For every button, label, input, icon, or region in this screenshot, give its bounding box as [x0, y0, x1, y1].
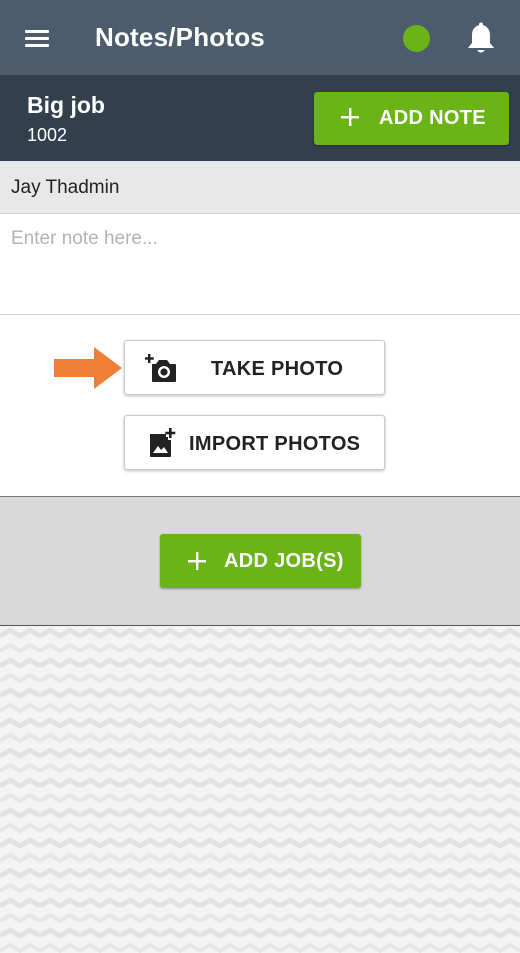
app-header: Notes/Photos — [0, 0, 520, 75]
plus-icon — [341, 108, 359, 126]
jobs-section: ADD JOB(S) — [0, 497, 520, 626]
import-photos-button[interactable]: IMPORT PHOTOS — [124, 415, 385, 470]
add-note-button[interactable]: ADD NOTE — [314, 92, 509, 145]
add-jobs-button[interactable]: ADD JOB(S) — [160, 534, 361, 588]
take-photo-label: TAKE PHOTO — [211, 358, 344, 380]
bell-icon[interactable] — [465, 22, 497, 56]
job-number: 1002 — [27, 125, 68, 145]
note-area — [0, 214, 520, 315]
add-image-icon — [150, 428, 176, 457]
job-header: Big job 1002 ADD NOTE — [0, 75, 520, 161]
job-name: Big job — [27, 92, 105, 118]
note-author: Jay Thadmin — [11, 177, 120, 198]
arrow-right-icon — [54, 347, 122, 389]
import-photos-label: IMPORT PHOTOS — [189, 433, 361, 455]
add-jobs-label: ADD JOB(S) — [224, 550, 344, 572]
photo-actions: TAKE PHOTO IMPORT PHOTOS — [0, 315, 520, 497]
add-camera-icon — [145, 354, 176, 382]
background-pattern — [0, 626, 520, 953]
take-photo-button[interactable]: TAKE PHOTO — [124, 340, 385, 395]
add-note-label: ADD NOTE — [379, 107, 486, 129]
online-status-dot — [403, 25, 430, 52]
note-author-row: Jay Thadmin — [0, 161, 520, 214]
page-title: Notes/Photos — [95, 22, 265, 52]
hamburger-menu-icon[interactable] — [22, 26, 52, 50]
plus-icon — [188, 552, 206, 570]
note-input[interactable] — [0, 214, 520, 314]
